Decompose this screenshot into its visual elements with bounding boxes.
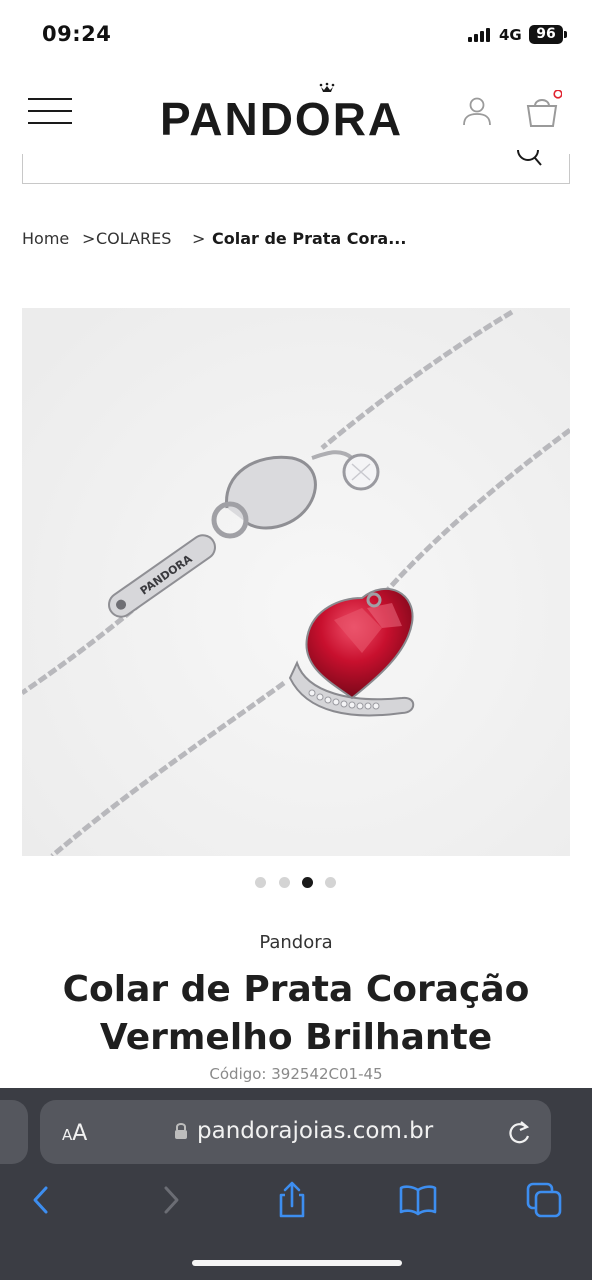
search-icon[interactable]: [514, 146, 544, 172]
product-code-label: Código:: [209, 1065, 267, 1083]
necklace-illustration: PANDORA: [22, 308, 570, 856]
product-code: Código: 392542C01-45: [0, 1065, 592, 1083]
share-icon[interactable]: [272, 1180, 312, 1220]
product-brand: Pandora: [259, 932, 333, 953]
product-title: Colar de Prata Coração Vermelho Brilhant…: [62, 969, 530, 1058]
breadcrumb-home[interactable]: Home: [22, 229, 69, 248]
site-header: PANDORA: [0, 70, 592, 156]
cellular-signal-icon: [468, 28, 492, 42]
carousel-dot[interactable]: [255, 877, 266, 888]
product-code-value: 392542C01-45: [271, 1065, 383, 1083]
product-image[interactable]: PANDORA: [22, 308, 570, 856]
forward-icon[interactable]: [150, 1180, 190, 1220]
breadcrumb-separator: >: [192, 229, 206, 248]
tabs-icon[interactable]: [524, 1180, 564, 1220]
browser-bottom-bar: AA pandorajoias.com.br: [0, 1088, 592, 1280]
breadcrumb-current: Colar de Prata Cora...: [212, 229, 407, 248]
url-text[interactable]: pandorajoias.com.br: [197, 1118, 433, 1144]
carousel-dot-active[interactable]: [302, 877, 313, 888]
status-time: 09:24: [42, 22, 112, 46]
hamburger-menu-icon[interactable]: [28, 96, 72, 126]
user-icon[interactable]: [460, 94, 494, 128]
status-bar: 09:24 4G 96: [0, 0, 592, 70]
back-icon[interactable]: [22, 1180, 62, 1220]
reload-icon[interactable]: [506, 1118, 532, 1146]
carousel-dot[interactable]: [325, 877, 336, 888]
carousel-dot[interactable]: [279, 877, 290, 888]
bookmarks-icon[interactable]: [398, 1180, 438, 1220]
shopping-bag-icon[interactable]: [522, 90, 562, 130]
text-size-button[interactable]: AA: [62, 1121, 87, 1146]
address-bar[interactable]: AA pandorajoias.com.br: [40, 1100, 551, 1164]
pandora-logo[interactable]: PANDORA: [160, 92, 403, 146]
breadcrumb-separator: >: [82, 229, 96, 248]
carousel-dots: [255, 877, 345, 889]
battery-cap: [564, 31, 567, 38]
lock-icon: [175, 1123, 187, 1139]
search-input[interactable]: [22, 154, 570, 184]
battery-icon: 96: [529, 25, 563, 44]
previous-tab-preview[interactable]: [0, 1100, 28, 1164]
breadcrumb-category[interactable]: COLARES: [96, 229, 171, 248]
crown-icon: [319, 82, 335, 92]
home-indicator[interactable]: [192, 1260, 402, 1266]
network-type: 4G: [499, 26, 522, 44]
